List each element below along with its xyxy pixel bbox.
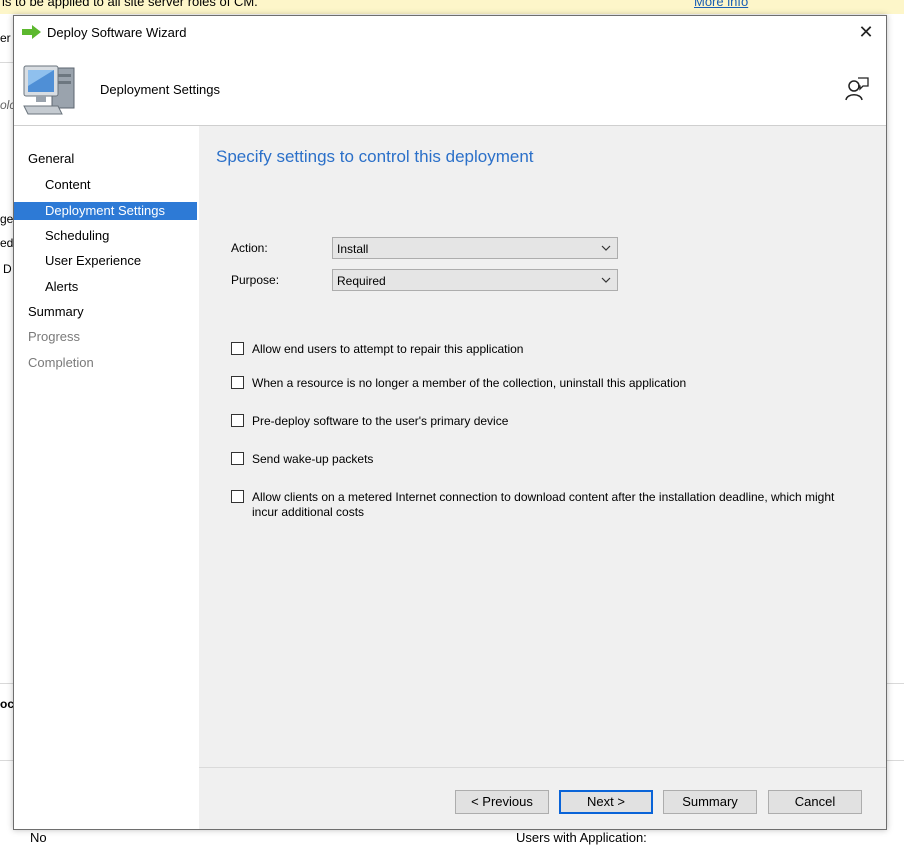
predeploy-option-label: Pre-deploy software to the user's primar… [252, 414, 509, 428]
chevron-down-icon [601, 277, 611, 283]
nav-item-label: Content [45, 177, 91, 192]
title-bar[interactable]: Deploy Software Wizard ✕ [14, 16, 886, 50]
nav-item-user-experience[interactable]: User Experience [14, 252, 197, 270]
nav-item-label: Progress [28, 329, 81, 344]
wake-up-checkbox[interactable] [231, 452, 244, 465]
purpose-dropdown[interactable]: Required [332, 269, 618, 291]
info-banner-text: is to be applied to all site server role… [2, 0, 258, 9]
cancel-button[interactable]: Cancel [768, 790, 862, 814]
background-text-fragment: oc [0, 697, 13, 711]
background-footer-left: No [30, 830, 47, 845]
metered-connection-option-label: Allow clients on a metered Internet conn… [252, 490, 835, 519]
previous-button[interactable]: < Previous [455, 790, 549, 814]
nav-item-label: Alerts [45, 279, 79, 294]
action-value: Install [337, 242, 369, 256]
next-button[interactable]: Next > [559, 790, 653, 814]
computer-icon [23, 65, 75, 115]
background-text-fragment: er [0, 31, 11, 45]
info-banner: is to be applied to all site server role… [0, 0, 904, 14]
page-title: Deployment Settings [100, 82, 220, 97]
uninstall-checkbox[interactable] [231, 376, 244, 389]
background-divider [885, 683, 904, 684]
background-divider [0, 760, 13, 761]
nav-item-label: General [28, 151, 75, 166]
green-arrow-icon [22, 25, 41, 39]
background-divider [885, 760, 904, 761]
wizard-header: Deployment Settings [14, 50, 886, 126]
nav-item-scheduling[interactable]: Scheduling [14, 227, 197, 245]
more-info-link[interactable]: More info [694, 0, 748, 9]
wizard-nav: General Content Deployment Settings Sche… [14, 126, 199, 829]
nav-item-content[interactable]: Content [14, 176, 197, 194]
nav-item-progress: Progress [14, 328, 197, 346]
metered-connection-checkbox[interactable] [231, 490, 244, 503]
action-dropdown[interactable]: Install [332, 237, 618, 259]
page-heading: Specify settings to control this deploym… [216, 147, 534, 166]
repair-checkbox[interactable] [231, 342, 244, 355]
help-user-icon[interactable] [844, 76, 870, 102]
background-text-fragment: ge [0, 212, 13, 226]
nav-item-deployment-settings[interactable]: Deployment Settings [14, 202, 197, 220]
nav-item-summary[interactable]: Summary [14, 303, 197, 321]
nav-item-general[interactable]: General [14, 150, 197, 168]
repair-option-label: Allow end users to attempt to repair thi… [252, 342, 524, 356]
summary-button[interactable]: Summary [663, 790, 757, 814]
deploy-software-wizard-dialog: Deploy Software Wizard ✕ Deployment Sett… [13, 15, 887, 830]
background-text-fragment: olc [0, 98, 13, 112]
nav-item-label: Deployment Settings [45, 203, 165, 218]
purpose-label: Purpose: [231, 273, 280, 287]
nav-item-label: Summary [28, 304, 84, 319]
action-label: Action: [231, 241, 268, 255]
close-button[interactable]: ✕ [846, 16, 886, 50]
background-text-fragment: D [3, 262, 12, 276]
footer-divider [199, 767, 886, 768]
background-divider [0, 683, 13, 684]
background-footer-right: Users with Application: [516, 830, 647, 845]
chevron-down-icon [601, 245, 611, 251]
uninstall-option-label: When a resource is no longer a member of… [252, 376, 687, 390]
background-divider [0, 62, 13, 63]
background-text-fragment: ed [0, 236, 13, 250]
nav-item-alerts[interactable]: Alerts [14, 278, 197, 296]
purpose-value: Required [337, 274, 386, 288]
nav-item-label: User Experience [45, 253, 142, 268]
nav-item-completion: Completion [14, 354, 197, 372]
wake-up-option-label: Send wake-up packets [252, 452, 374, 466]
predeploy-checkbox[interactable] [231, 414, 244, 427]
nav-item-label: Scheduling [45, 228, 110, 243]
wizard-content: Specify settings to control this deploym… [199, 126, 886, 829]
nav-item-label: Completion [28, 355, 94, 370]
window-title: Deploy Software Wizard [47, 25, 187, 40]
